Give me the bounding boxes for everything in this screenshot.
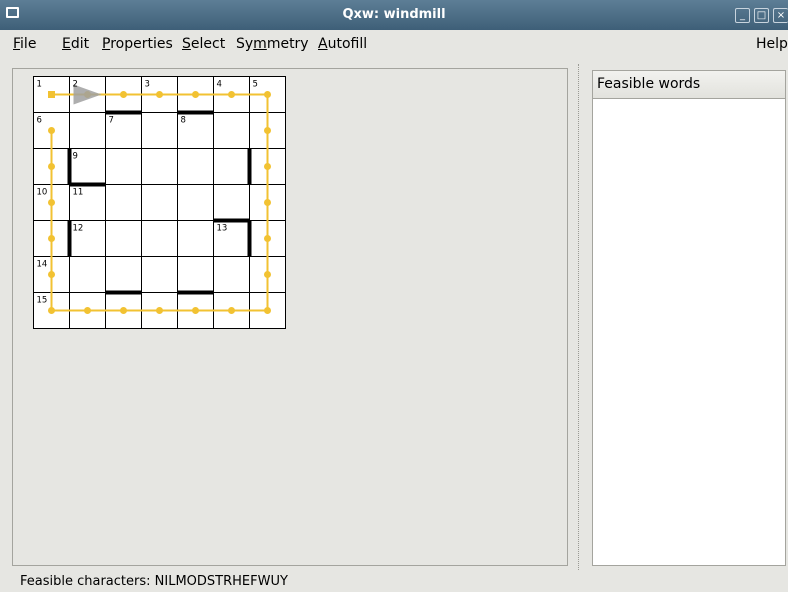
clue-number: 13 — [217, 224, 228, 234]
light-path-dot — [48, 307, 55, 314]
minimize-icon[interactable]: _ — [735, 8, 750, 23]
maximize-icon[interactable]: □ — [754, 8, 769, 23]
menu-properties[interactable]: Properties — [102, 36, 173, 52]
clue-number: 11 — [73, 188, 84, 198]
clue-number: 1 — [37, 80, 42, 90]
light-path-dot — [156, 307, 163, 314]
light-path-dot — [120, 91, 127, 98]
clue-number: 6 — [37, 116, 42, 126]
clue-number: 3 — [145, 80, 150, 90]
clue-number: 4 — [217, 80, 222, 90]
light-path-dot — [264, 199, 271, 206]
clue-number: 5 — [253, 80, 258, 90]
light-path-dot — [264, 163, 271, 170]
feasible-words-header[interactable]: Feasible words — [593, 71, 785, 99]
light-path-dot — [48, 163, 55, 170]
light-path-dot — [84, 307, 91, 314]
clue-number: 10 — [37, 188, 48, 198]
menu-autofill[interactable]: Autofill — [318, 36, 367, 52]
status-bar: Feasible characters: NILMODSTRHEFWUY — [20, 574, 288, 589]
feasible-words-panel: Feasible words — [592, 70, 786, 566]
light-path-dot — [192, 307, 199, 314]
light-path-dot — [48, 235, 55, 242]
menu-symmetry[interactable]: Symmetry — [236, 36, 309, 52]
menu-file[interactable]: File — [13, 36, 36, 52]
clue-number: 15 — [37, 296, 48, 306]
menu-select[interactable]: Select — [182, 36, 225, 52]
light-path-dot — [228, 307, 235, 314]
light-path-dot — [264, 271, 271, 278]
light-path-dot — [264, 307, 271, 314]
clue-number: 2 — [73, 80, 78, 90]
light-path-dot — [48, 271, 55, 278]
light-path-dot — [264, 91, 271, 98]
menu-edit[interactable]: Edit — [62, 36, 89, 52]
pane-divider[interactable] — [578, 64, 580, 570]
clue-number: 8 — [181, 116, 186, 126]
light-path-dot — [264, 235, 271, 242]
clue-number: 14 — [37, 260, 48, 270]
crossword-grid[interactable]: 1 2 3 4 56 7 8910 1112 131415 — [33, 76, 287, 330]
clue-number: 9 — [73, 152, 78, 162]
light-path-dot — [192, 91, 199, 98]
menu-bar: File Edit Properties Select Symmetry Aut… — [0, 30, 788, 58]
feasible-words-list[interactable] — [593, 99, 785, 565]
light-path-dot — [48, 127, 55, 134]
light-path-dot — [156, 91, 163, 98]
light-path-dot — [48, 199, 55, 206]
close-icon[interactable]: × — [773, 8, 788, 23]
grid-background — [33, 76, 286, 329]
light-path-start — [48, 91, 55, 98]
light-path-dot — [228, 91, 235, 98]
clue-number: 7 — [109, 116, 114, 126]
window-title: Qxw: windmill — [342, 7, 446, 22]
clue-number: 12 — [73, 224, 84, 234]
light-path-dot — [120, 307, 127, 314]
title-bar: Qxw: windmill _ □ × — [0, 0, 788, 30]
menu-help[interactable]: Help — [756, 36, 788, 52]
light-path-dot — [264, 127, 271, 134]
